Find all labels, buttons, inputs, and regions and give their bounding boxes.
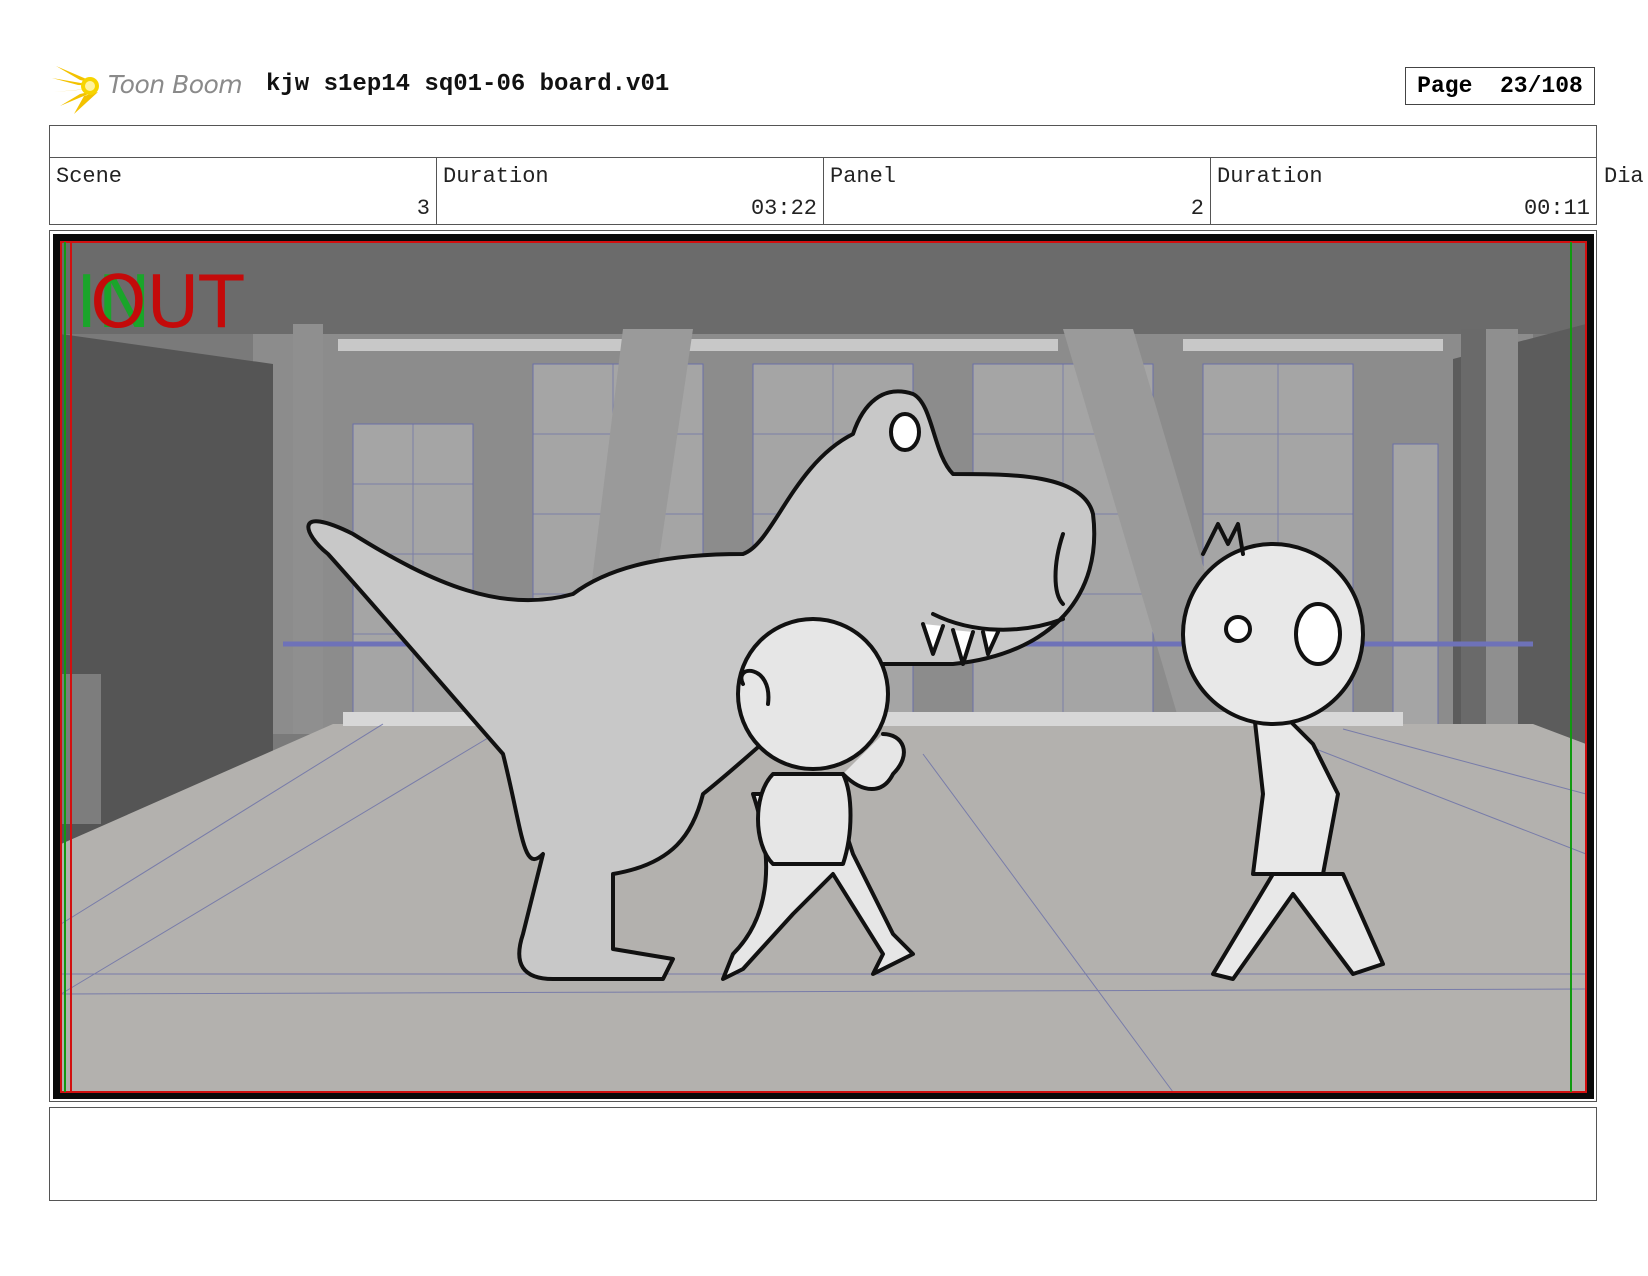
notes-box: [49, 1107, 1597, 1201]
document-title: kjw s1ep14 sq01-06 board.v01: [266, 71, 670, 98]
dialog-label: Dia: [1604, 164, 1644, 189]
starburst-icon: [52, 66, 99, 114]
out-marker: OUT: [90, 260, 244, 344]
scene-value: 3: [416, 196, 430, 221]
top-strip: [49, 125, 1597, 158]
page-indicator: Page 23/108: [1405, 67, 1595, 105]
scene-duration-cell: Duration 03:22: [437, 158, 824, 224]
panel-cell: Panel 2: [824, 158, 1211, 224]
page-value: 23/108: [1500, 73, 1583, 99]
panel-duration-cell: Duration 00:11: [1211, 158, 1596, 224]
toon-boom-logo: Toon Boom: [52, 58, 252, 114]
panel-value: 2: [1190, 196, 1204, 221]
panel-duration-label: Duration: [1217, 164, 1323, 189]
panel-label: Panel: [830, 164, 897, 189]
logo-text: Toon Boom: [108, 70, 243, 99]
in-out-markers: IN OUT: [76, 260, 278, 344]
page-label: Page: [1417, 73, 1473, 99]
storyboard-panel-image: [53, 234, 1594, 1099]
info-row: Scene 3 Duration 03:22 Panel 2 Duration …: [49, 158, 1597, 225]
scene-label: Scene: [56, 164, 123, 189]
panel-duration-value: 00:11: [1523, 196, 1590, 221]
scene-duration-label: Duration: [443, 164, 549, 189]
scene-duration-value: 03:22: [750, 196, 817, 221]
scene-cell: Scene 3: [50, 158, 437, 224]
